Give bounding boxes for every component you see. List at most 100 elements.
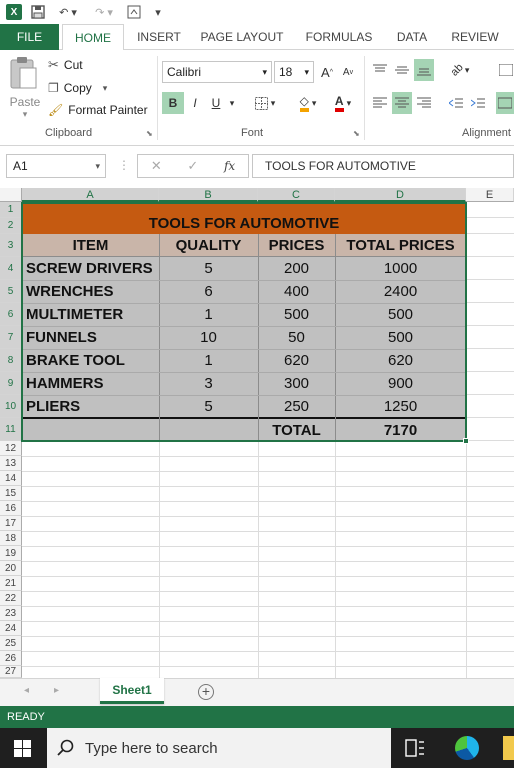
font-color-button[interactable]: A ▾ [327,92,359,114]
row-header[interactable]: 24 [0,621,22,636]
orientation-icon[interactable]: ab ▾ [446,59,474,81]
header-quality[interactable]: QUALITY [159,234,258,257]
table-cell[interactable]: 2400 [335,280,466,303]
increase-font-icon[interactable]: A ^ [319,61,335,83]
font-name-select[interactable]: Calibri ▾ [162,61,272,83]
tab-formulas[interactable]: FORMULAS [300,24,378,50]
row-header[interactable]: 15 [0,486,22,501]
fill-color-button[interactable]: ◇ ▾ [292,92,324,114]
table-cell[interactable]: 200 [258,257,335,280]
row-header[interactable]: 2 [0,218,22,234]
formula-input[interactable]: TOOLS FOR AUTOMOTIVE [252,154,514,178]
decrease-font-icon[interactable]: Av [340,61,356,83]
increase-indent-icon[interactable] [468,92,488,114]
row-header[interactable]: 16 [0,501,22,516]
spreadsheet-grid[interactable]: A B C D E 1 2 3 4 5 6 7 8 9 10 11 12 13 … [0,188,514,678]
align-right-icon[interactable] [414,92,434,114]
tab-page-layout[interactable]: PAGE LAYOUT [196,24,288,50]
copy-button[interactable]: ❐ Copy ▾ [48,79,107,97]
windows-start-icon[interactable] [14,740,31,760]
tab-review[interactable]: REVIEW [446,24,504,50]
taskbar-search-box[interactable]: Type here to search [47,728,391,768]
header-prices[interactable]: PRICES [258,234,335,257]
align-left-icon[interactable] [370,92,390,114]
table-cell[interactable]: 400 [258,280,335,303]
row-header[interactable]: 25 [0,636,22,651]
row-header[interactable]: 22 [0,591,22,606]
row-header[interactable]: 10 [0,395,22,418]
table-cell[interactable]: 5 [159,257,258,280]
tab-file[interactable]: FILE [0,24,59,50]
row-header[interactable]: 12 [0,441,22,456]
column-header-c[interactable]: C [258,188,335,202]
dialog-launcher-icon[interactable]: ⬊ [146,129,153,138]
table-cell[interactable]: 5 [159,395,258,418]
table-cell[interactable]: 620 [258,349,335,372]
table-cell[interactable]: 3 [159,372,258,395]
row-header[interactable]: 4 [0,257,22,280]
table-cell[interactable]: 500 [335,303,466,326]
name-box[interactable]: A1 ▾ [6,154,106,178]
table-cell[interactable]: HAMMERS [26,372,159,395]
table-title[interactable]: TOOLS FOR AUTOMOTIVE [22,212,466,234]
header-item[interactable]: ITEM [22,234,159,257]
bold-button[interactable]: B [162,92,184,114]
align-center-icon[interactable] [392,92,412,114]
add-sheet-button[interactable]: + [198,684,214,700]
table-cell[interactable]: 1 [159,349,258,372]
edge-browser-icon[interactable] [455,736,479,760]
table-cell[interactable]: 50 [258,326,335,349]
table-cell[interactable]: WRENCHES [26,280,159,303]
column-header-a[interactable]: A [22,188,159,202]
font-size-select[interactable]: 18 ▾ [274,61,314,83]
borders-button[interactable]: ▾ [250,92,280,114]
scroll-right-icon[interactable]: ▸ [54,685,59,696]
row-header[interactable]: 3 [0,234,22,257]
row-header[interactable]: 6 [0,303,22,326]
underline-button[interactable]: U [207,92,225,114]
print-preview-icon[interactable] [126,4,142,20]
format-painter-button[interactable]: 🖌 Format Painter [48,101,148,119]
file-explorer-icon[interactable] [503,736,514,760]
align-top-icon[interactable] [370,59,390,81]
table-cell[interactable]: BRAKE TOOL [26,349,159,372]
italic-button[interactable]: I [186,92,204,114]
tab-home[interactable]: HOME [62,24,124,51]
header-total-prices[interactable]: TOTAL PRICES [335,234,466,257]
decrease-indent-icon[interactable] [446,92,466,114]
table-cell[interactable]: SCREW DRIVERS [26,257,159,280]
table-cell[interactable]: 1 [159,303,258,326]
row-header[interactable]: 1 [0,202,22,218]
task-view-icon[interactable] [405,739,425,760]
table-cell[interactable]: PLIERS [26,395,159,418]
redo-icon[interactable]: ↷ ▾ [90,4,118,20]
dialog-launcher-icon[interactable]: ⬊ [353,129,360,138]
row-header[interactable]: 27 [0,666,22,678]
table-cell[interactable]: 1250 [335,395,466,418]
total-label[interactable]: TOTAL [258,419,335,441]
row-header[interactable]: 19 [0,546,22,561]
enter-icon[interactable]: ✓ [187,158,198,174]
row-header[interactable]: 20 [0,561,22,576]
table-cell[interactable]: 900 [335,372,466,395]
insert-function-icon[interactable]: fx [224,159,235,173]
sheet-tab-sheet1[interactable]: Sheet1 [100,678,164,704]
select-all-corner[interactable] [0,188,22,202]
cut-button[interactable]: ✂ Cut [48,56,83,74]
row-header[interactable]: 23 [0,606,22,621]
tab-insert[interactable]: INSERT [133,24,185,50]
column-header-b[interactable]: B [159,188,258,202]
row-header[interactable]: 26 [0,651,22,666]
wrap-text-icon[interactable] [498,59,514,81]
save-icon[interactable] [30,4,46,20]
scroll-left-icon[interactable]: ◂ [24,685,29,696]
column-header-d[interactable]: D [335,188,466,202]
table-cell[interactable]: 10 [159,326,258,349]
table-cell[interactable]: 620 [335,349,466,372]
row-header[interactable]: 9 [0,372,22,395]
row-header[interactable]: 8 [0,349,22,372]
table-cell[interactable]: 500 [335,326,466,349]
row-header[interactable]: 13 [0,456,22,471]
row-header[interactable]: 21 [0,576,22,591]
table-cell[interactable]: 6 [159,280,258,303]
